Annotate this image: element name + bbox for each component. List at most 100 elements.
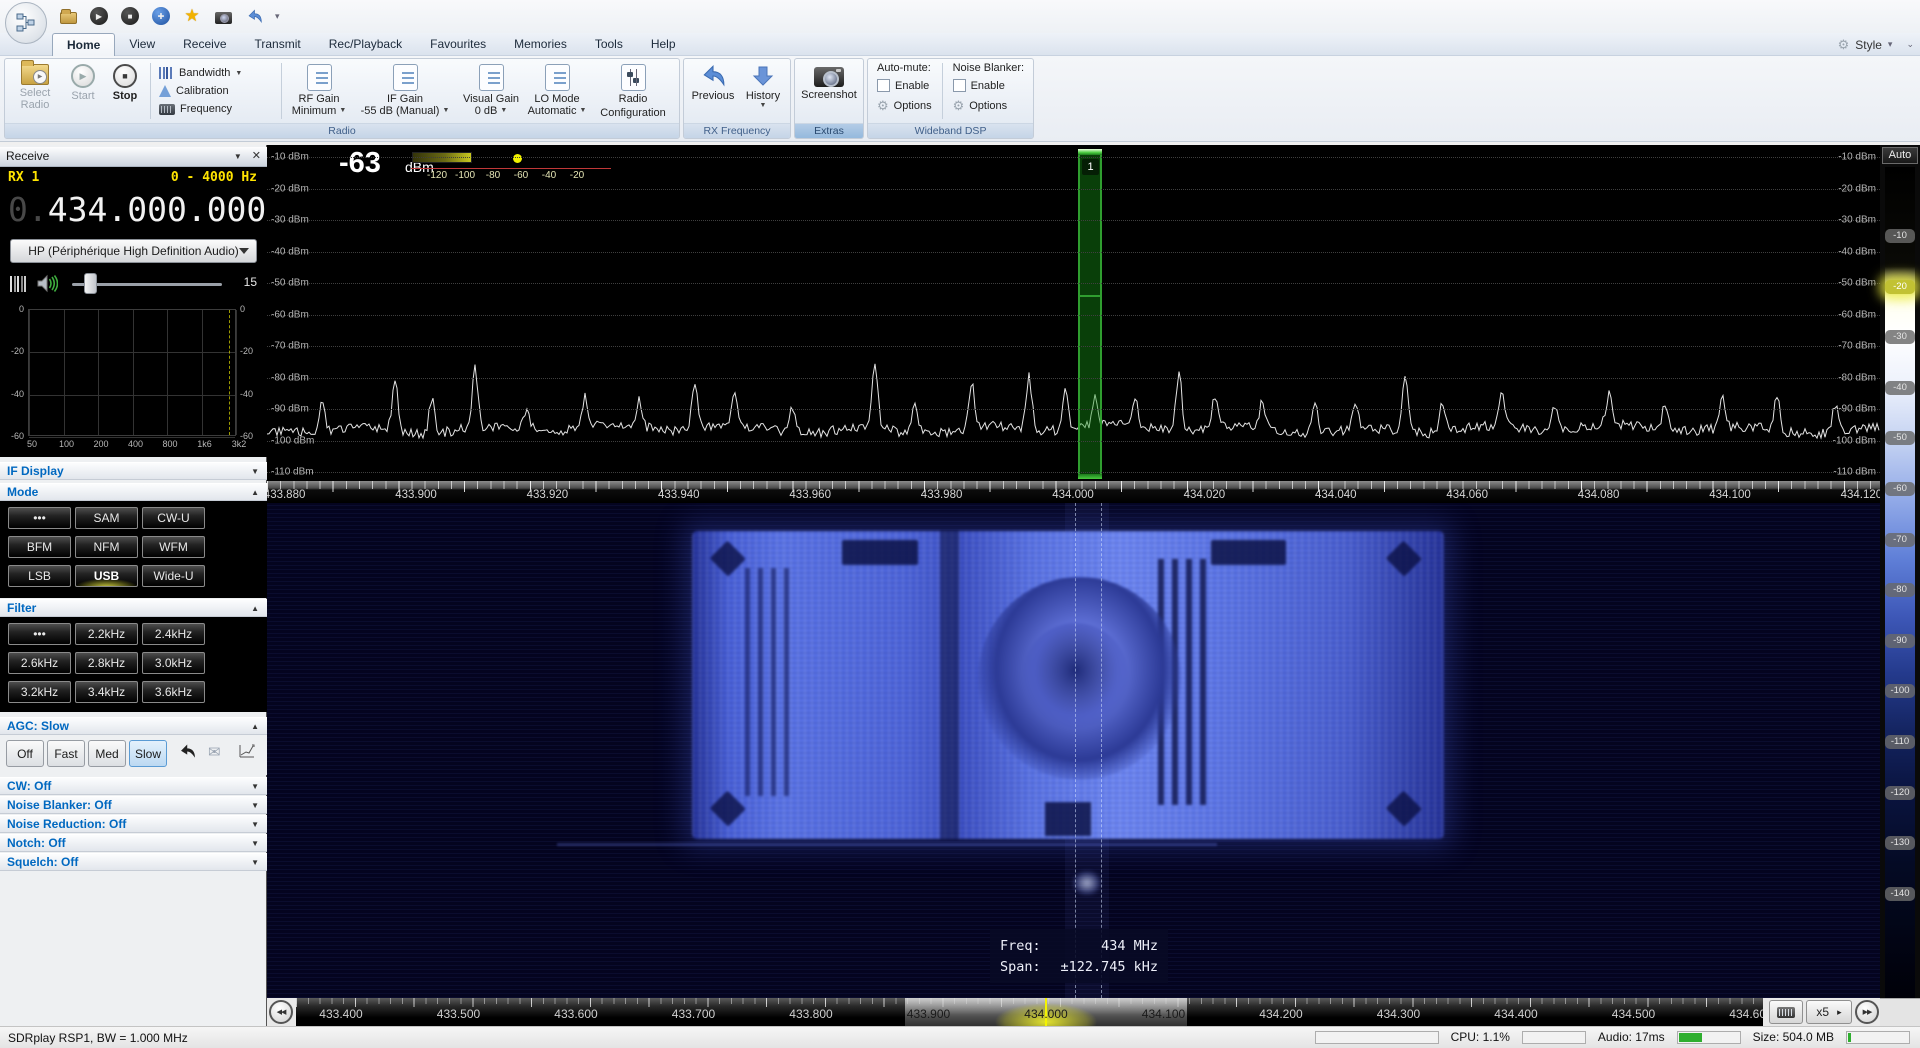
frequency-display[interactable]: 0.434.000.000: [8, 187, 263, 233]
scale-tick--140[interactable]: -140: [1885, 887, 1915, 901]
section-squelch[interactable]: Squelch: Off▼: [0, 853, 267, 871]
scale-tick--20[interactable]: -20: [1885, 280, 1915, 294]
history-button[interactable]: History ▼: [739, 61, 787, 121]
scale-tick--80[interactable]: -80: [1885, 583, 1915, 597]
mail-icon[interactable]: ✉: [208, 743, 221, 761]
play-icon[interactable]: ▶: [89, 6, 109, 26]
lo-mode-button[interactable]: LO Mode Automatic▼: [524, 61, 590, 121]
scroll-left-button[interactable]: ◀◀: [269, 1000, 293, 1024]
undo-icon[interactable]: [244, 6, 264, 26]
previous-button[interactable]: Previous: [687, 61, 739, 121]
noise-blanker-options[interactable]: ⚙ Options: [953, 97, 1025, 114]
add-icon[interactable]: ✚: [151, 6, 171, 26]
scale-tick--90[interactable]: -90: [1885, 634, 1915, 648]
section-filter[interactable]: Filter ▲: [0, 599, 267, 617]
zoom-button[interactable]: x5 ▸: [1806, 1000, 1852, 1024]
select-radio-button[interactable]: Select Radio: [8, 61, 62, 121]
tab-view[interactable]: View: [115, 33, 169, 56]
collapse-arrow-icon[interactable]: ▼: [251, 797, 259, 814]
collapse-arrow-icon[interactable]: ▼: [251, 463, 259, 480]
style-gear-icon[interactable]: ⚙: [1838, 38, 1850, 51]
scale-tick--70[interactable]: -70: [1885, 533, 1915, 547]
section-notch[interactable]: Notch: Off▼: [0, 834, 267, 852]
auto-mute-options[interactable]: ⚙ Options: [877, 97, 932, 114]
filter-button-3.6khz[interactable]: 3.6kHz: [142, 681, 205, 703]
audio-device-select[interactable]: HP (Périphérique High Definition Audio): [10, 239, 257, 263]
filter-button-3.4khz[interactable]: 3.4kHz: [75, 681, 138, 703]
panel-dropdown-icon[interactable]: ▼: [234, 147, 242, 166]
visual-gain-button[interactable]: Visual Gain 0 dB▼: [458, 61, 524, 121]
noise-blanker-enable[interactable]: Enable: [953, 77, 1025, 94]
collapse-arrow-icon[interactable]: ▲: [251, 484, 259, 501]
calibration-button[interactable]: Calibration: [159, 82, 273, 100]
style-label[interactable]: Style: [1855, 38, 1882, 52]
undo-agc-icon[interactable]: [178, 743, 198, 764]
mode-button-sam[interactable]: SAM: [75, 507, 138, 529]
frequency-axis[interactable]: 433.880433.900433.920433.940433.960433.9…: [267, 481, 1880, 503]
mode-button-lsb[interactable]: LSB: [8, 565, 71, 587]
mode-button-usb[interactable]: USB: [75, 565, 138, 587]
style-dropdown-icon[interactable]: ▾: [1888, 39, 1893, 50]
section-noise-blanker[interactable]: Noise Blanker: Off▼: [0, 796, 267, 814]
filter-button-3.2khz[interactable]: 3.2kHz: [8, 681, 71, 703]
tab-tools[interactable]: Tools: [581, 33, 637, 56]
stop-icon[interactable]: ■: [120, 6, 140, 26]
agc-button-slow[interactable]: Slow: [129, 740, 167, 767]
volume-slider-thumb[interactable]: [84, 273, 97, 294]
app-menu-button[interactable]: [5, 2, 47, 44]
filter-button-2.8khz[interactable]: 2.8kHz: [75, 652, 138, 674]
rf-gain-button[interactable]: RF Gain Minimum▼: [286, 61, 352, 121]
ribbon-collapse-icon[interactable]: ⌄: [1906, 39, 1914, 50]
filter-button-2.2khz[interactable]: 2.2kHz: [75, 623, 138, 645]
collapse-arrow-icon[interactable]: ▼: [251, 816, 259, 833]
frequency-band[interactable]: 433.400433.500433.600433.700433.800433.9…: [296, 998, 1763, 1026]
screenshot-button[interactable]: Screenshot: [798, 61, 860, 121]
tab-rec-playback[interactable]: Rec/Playback: [315, 33, 416, 56]
equalizer-icon[interactable]: [10, 276, 28, 292]
receive-panel-header[interactable]: Receive ▼ ✕: [0, 147, 267, 167]
if-gain-button[interactable]: IF Gain -55 dB (Manual)▼: [352, 61, 458, 121]
mode-button-wfm[interactable]: WFM: [142, 536, 205, 558]
auto-mute-enable[interactable]: Enable: [877, 77, 932, 94]
section-mode[interactable]: Mode ▲: [0, 483, 267, 501]
section-cw[interactable]: CW: Off▼: [0, 777, 267, 795]
collapse-arrow-icon[interactable]: ▲: [251, 718, 259, 735]
keyboard-entry-button[interactable]: [1769, 1000, 1803, 1024]
filter-button-2.4khz[interactable]: 2.4kHz: [142, 623, 205, 645]
agc-button-off[interactable]: Off: [6, 740, 44, 767]
speaker-icon[interactable]: [36, 274, 58, 298]
mode-button-nfm[interactable]: NFM: [75, 536, 138, 558]
collapse-arrow-icon[interactable]: ▼: [251, 778, 259, 795]
collapse-arrow-icon[interactable]: ▼: [251, 854, 259, 871]
mode-button-[interactable]: •••: [8, 507, 71, 529]
mode-button-bfm[interactable]: BFM: [8, 536, 71, 558]
qat-more-icon[interactable]: ▾: [275, 11, 280, 22]
section-noise-reduction[interactable]: Noise Reduction: Off▼: [0, 815, 267, 833]
open-folder-icon[interactable]: [58, 6, 78, 26]
collapse-arrow-icon[interactable]: ▲: [251, 600, 259, 617]
waterfall-display[interactable]: Freq:434 MHz Span:±122.745 kHz: [267, 503, 1880, 998]
mode-button-cwu[interactable]: CW-U: [142, 507, 205, 529]
filter-button-3.0khz[interactable]: 3.0kHz: [142, 652, 205, 674]
agc-button-fast[interactable]: Fast: [47, 740, 85, 767]
tab-home[interactable]: Home: [52, 33, 115, 56]
scale-tick--50[interactable]: -50: [1885, 431, 1915, 445]
scale-tick--30[interactable]: -30: [1885, 330, 1915, 344]
scale-tick--110[interactable]: -110: [1885, 735, 1915, 749]
frequency-button[interactable]: Frequency: [159, 100, 273, 118]
tab-help[interactable]: Help: [637, 33, 690, 56]
spectrum-display[interactable]: -63 dBm 1 -10 dBm-10 dBm-20 dBm-20 dBm-3…: [267, 145, 1880, 481]
mode-button-wideu[interactable]: Wide-U: [142, 565, 205, 587]
tab-receive[interactable]: Receive: [169, 33, 240, 56]
section-if-display[interactable]: IF Display ▼: [0, 462, 267, 480]
tab-favourites[interactable]: Favourites: [416, 33, 500, 56]
scale-tick--130[interactable]: -130: [1885, 836, 1915, 850]
section-agc[interactable]: AGC: Slow ▲: [0, 717, 267, 735]
scale-tick--100[interactable]: -100: [1885, 684, 1915, 698]
agc-button-med[interactable]: Med: [88, 740, 126, 767]
filter-button-[interactable]: •••: [8, 623, 71, 645]
panel-close-icon[interactable]: ✕: [252, 147, 261, 166]
favourite-star-icon[interactable]: ★: [182, 6, 202, 26]
collapse-arrow-icon[interactable]: ▼: [251, 835, 259, 852]
filter-button-2.6khz[interactable]: 2.6kHz: [8, 652, 71, 674]
